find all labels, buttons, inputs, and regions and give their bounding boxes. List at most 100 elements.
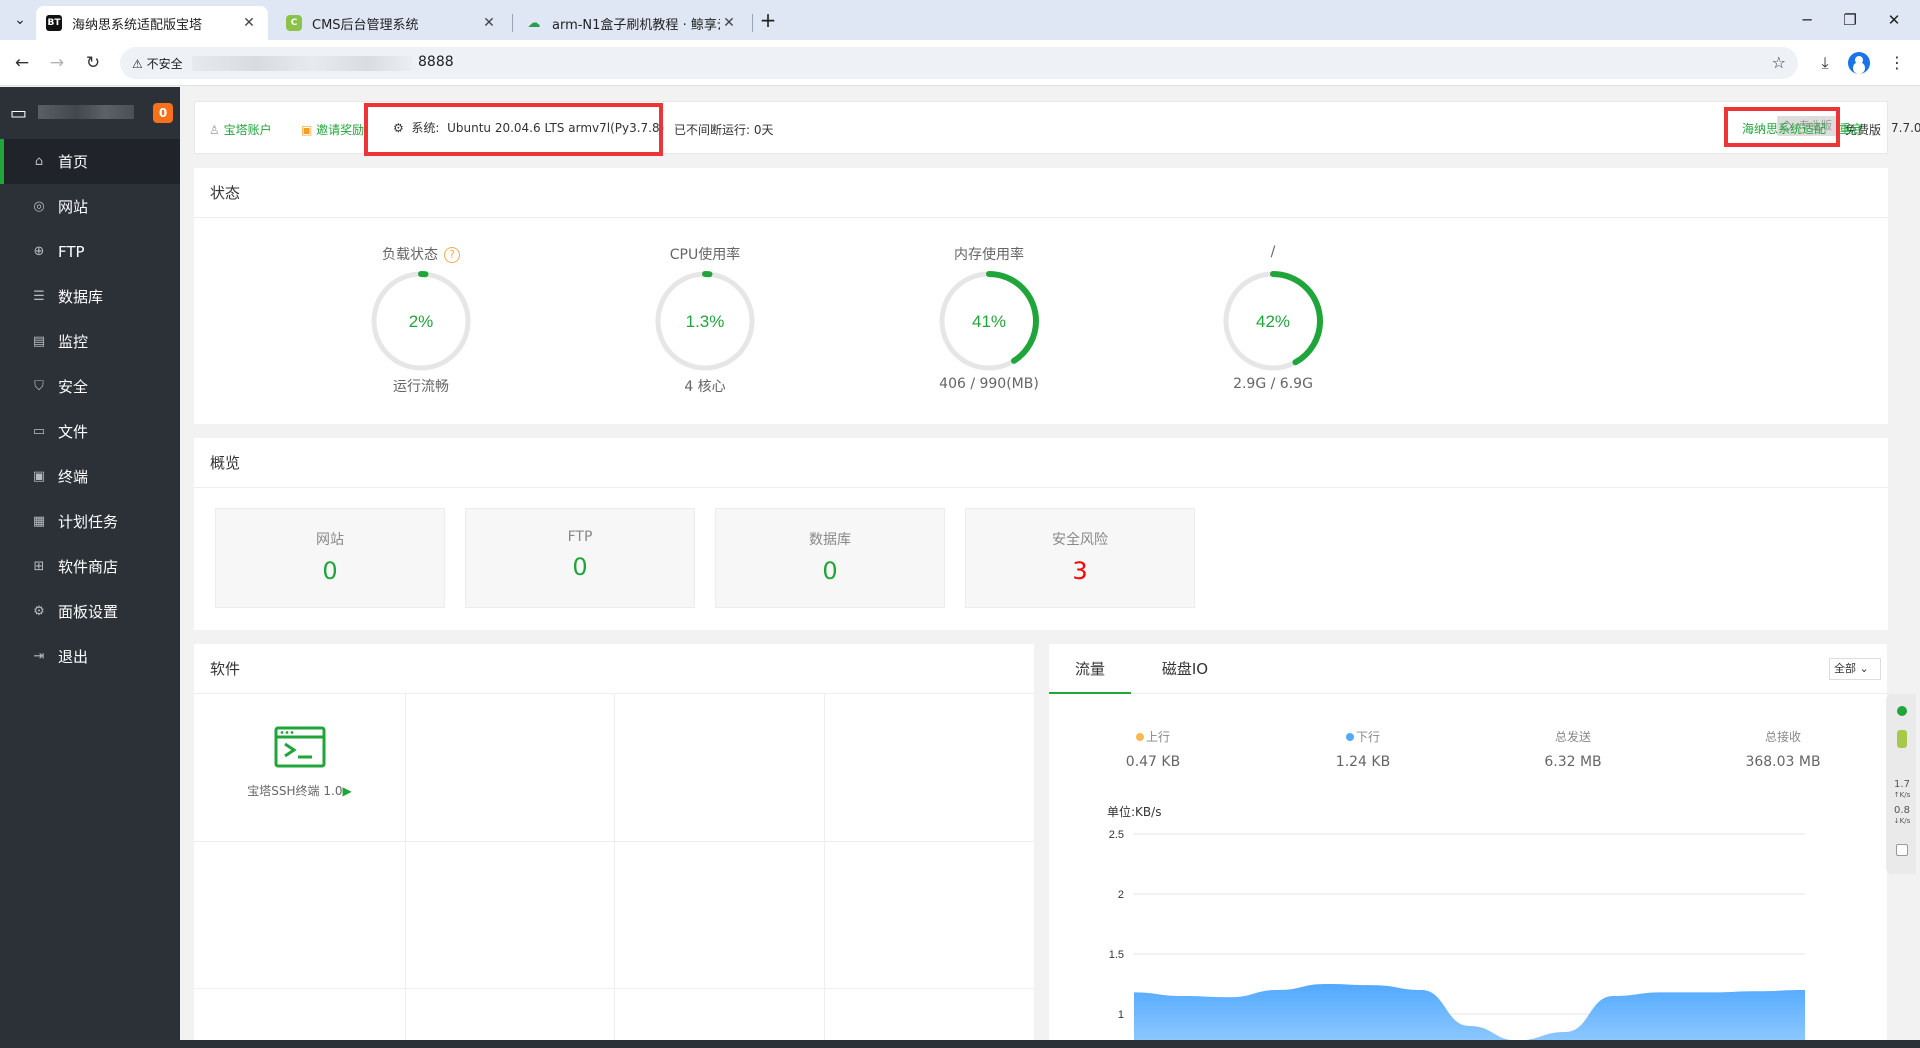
gauge-2[interactable]: 内存使用率 41% 406 / 990(MB) (894, 244, 1084, 392)
window-close-icon[interactable]: ✕ (1876, 6, 1912, 34)
browser-tab-cms[interactable]: C CMS后台管理系统 ✕ (276, 6, 508, 40)
close-tab-icon[interactable]: ✕ (240, 15, 258, 31)
blurred-host (192, 56, 412, 71)
tab-disk-io[interactable]: 磁盘IO (1149, 644, 1221, 694)
address-bar[interactable]: ⚠ 不安全 8888 ☆ (120, 47, 1798, 79)
sidebar-item-6[interactable]: ▭ 文件 (0, 409, 180, 454)
overview-box-0[interactable]: 网站 0 (215, 508, 445, 608)
grid-divider (194, 841, 1034, 842)
tab-traffic[interactable]: 流量 (1049, 644, 1131, 694)
cloud-icon: ☁ (527, 15, 541, 31)
speed-float-panel[interactable]: 1.7 ↑K/s 0.8 ↓K/s (1886, 694, 1916, 874)
play-icon[interactable]: ▶ (342, 784, 351, 798)
apps-icon: ⊞ (33, 559, 45, 574)
help-icon[interactable]: ? (444, 247, 460, 263)
bottom-strip (0, 1040, 1920, 1048)
status-dot-icon (1897, 706, 1907, 716)
new-tab-icon[interactable]: + (756, 6, 780, 34)
blurred-server-name (38, 105, 134, 119)
chevron-down-icon: ⌄ (1859, 662, 1869, 675)
sidebar-item-2[interactable]: ⊕ FTP (0, 229, 180, 274)
custom-adapter-link[interactable]: 海纳思系统适配 (1742, 120, 1826, 137)
forward-arrow-icon[interactable]: → (44, 50, 70, 76)
sidebar-item-9[interactable]: ⊞ 软件商店 (0, 544, 180, 589)
sidebar-item-label: 安全 (58, 378, 89, 396)
stat-total-sent: 总发送 6.32 MB (1544, 730, 1602, 770)
server-monitor-icon: ▭ (10, 103, 28, 124)
browser-tab-arm[interactable]: ☁ arm-N1盒子刷机教程 · 鲸享云 ✕ (516, 6, 748, 40)
restart-link[interactable]: 重启 (1839, 120, 1863, 137)
overview-box-1[interactable]: FTP 0 (465, 508, 695, 608)
sidebar-item-label: 首页 (58, 153, 89, 171)
browser-menu-icon[interactable]: ⋮ (1886, 52, 1908, 74)
sidebar-item-11[interactable]: ⇥ 退出 (0, 634, 180, 679)
sidebar-item-1[interactable]: ◎ 网站 (0, 184, 180, 229)
reload-icon[interactable]: ↻ (80, 50, 106, 76)
software-item-ssh[interactable]: 宝塔SSH终端 1.0▶ (194, 694, 405, 841)
upload-dot (1135, 733, 1144, 741)
url-text: 8888 (418, 54, 454, 70)
gauge-3[interactable]: / 42% 2.9G / 6.9G (1178, 244, 1368, 392)
overview-value: 3 (1072, 557, 1088, 585)
uptime-text: 已不间断运行: 0天 (674, 123, 774, 137)
gauge-ring: 1.3% (655, 271, 755, 371)
sidebar-menu: ⌂ 首页 ◎ 网站 ⊕ FTP ☰ 数据库 ▤ 监控 ⛉ 安全 ▭ 文件 ▣ 终端 ▦ 计划任务 ⊞ 软件商店 ⚙ 面板设… (0, 139, 180, 679)
gauge-ring: 2% (371, 271, 471, 371)
minimize-icon[interactable]: ─ (1789, 6, 1825, 34)
sidebar-item-10[interactable]: ⚙ 面板设置 (0, 589, 180, 634)
profile-avatar-icon[interactable] (1848, 52, 1870, 74)
grid-divider (194, 988, 1034, 989)
overview-box-2[interactable]: 数据库 0 (715, 508, 945, 608)
gear-icon: ⚙ (33, 604, 45, 619)
gauge-sub: 运行流畅 (393, 379, 449, 395)
calendar-icon: ▦ (32, 514, 46, 529)
sidebar-item-label: 监控 (58, 333, 89, 351)
close-tab-icon[interactable]: ✕ (720, 15, 738, 31)
overview-value: 0 (322, 557, 338, 585)
logout-icon: ⇥ (33, 649, 45, 664)
sidebar-item-label: 网站 (58, 198, 89, 216)
gauge-sub: 2.9G / 6.9G (1233, 376, 1313, 392)
sidebar-item-4[interactable]: ▤ 监控 (0, 319, 180, 364)
overview-label: 安全风险 (1052, 532, 1108, 548)
software-item-label: 宝塔SSH终端 1.0 (247, 784, 343, 798)
download-icon[interactable]: ⤓ (1814, 52, 1836, 74)
tab-title: CMS后台管理系统 (312, 17, 419, 33)
account-link[interactable]: ♙ 宝塔账户 (209, 121, 272, 138)
database-icon: ☰ (33, 289, 45, 304)
tab-search-icon[interactable]: ⌄ (8, 8, 32, 32)
sidebar-item-label: 软件商店 (58, 558, 119, 576)
stat-total-received: 总接收 368.03 MB (1745, 730, 1821, 770)
sidebar-header: ▭ 0 (0, 87, 180, 139)
sidebar-item-8[interactable]: ▦ 计划任务 (0, 499, 180, 544)
stat-upload: 上行 0.47 KB (1125, 730, 1181, 770)
warning-icon: ⚠ (132, 57, 143, 71)
sidebar-item-3[interactable]: ☰ 数据库 (0, 274, 180, 319)
restore-icon[interactable]: ❐ (1832, 6, 1868, 34)
sidebar-item-label: 数据库 (58, 288, 104, 306)
battery-icon (1897, 730, 1907, 748)
gauge-0[interactable]: 负载状态? 2% 运行流畅 (326, 244, 516, 396)
sidebar-item-0[interactable]: ⌂ 首页 (0, 139, 180, 184)
gauge-label: CPU使用率 (669, 247, 741, 263)
browser-tab-bt[interactable]: BT 海纳思系统适配版宝塔 ✕ (36, 6, 268, 40)
not-secure-indicator[interactable]: ⚠ 不安全 (132, 55, 183, 72)
sidebar-item-5[interactable]: ⛉ 安全 (0, 364, 180, 409)
close-tab-icon[interactable]: ✕ (480, 15, 498, 31)
sidebar-item-7[interactable]: ▣ 终端 (0, 454, 180, 499)
gauge-1[interactable]: CPU使用率 1.3% 4 核心 (610, 244, 800, 396)
bookmark-star-icon[interactable]: ☆ (1772, 53, 1786, 72)
sidebar-item-label: 文件 (58, 423, 89, 441)
y-tick-label: 2.5 (1109, 829, 1124, 841)
gauge-ring: 42% (1223, 271, 1323, 371)
gauge-value: 1.3% (686, 312, 725, 331)
overview-box-3[interactable]: 安全风险 3 (965, 508, 1195, 608)
stat-download: 下行 1.24 KB (1335, 730, 1391, 770)
home-icon: ⌂ (34, 154, 44, 169)
interface-select[interactable]: 全部 ⌄ (1829, 658, 1881, 680)
back-arrow-icon[interactable]: ← (9, 50, 35, 76)
monitor-icon: ▤ (32, 334, 46, 349)
invite-link[interactable]: ▣ 邀请奖励 (301, 121, 364, 138)
tab-title: arm-N1盒子刷机教程 · 鲸享云 (552, 17, 720, 33)
notification-badge[interactable]: 0 (153, 103, 173, 123)
